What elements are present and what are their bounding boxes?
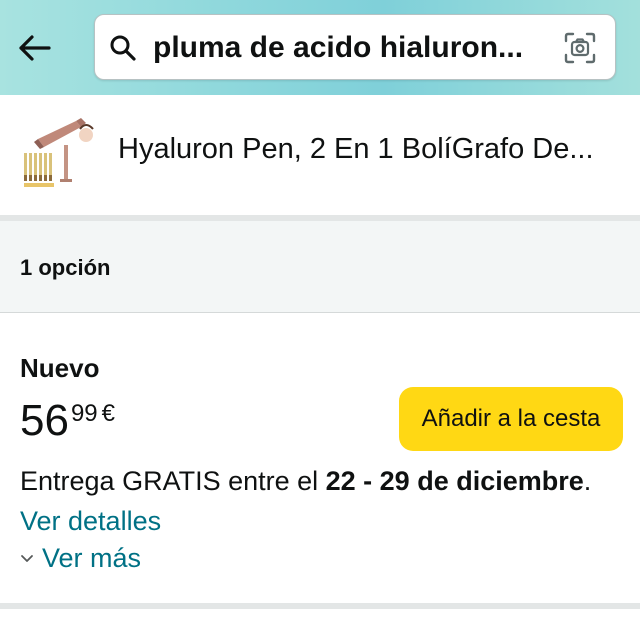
price-whole: 56	[20, 396, 69, 445]
product-summary[interactable]: Hyaluron Pen, 2 En 1 BolíGrafo De...	[0, 95, 640, 215]
top-bar: pluma de acido hialuron...	[0, 0, 640, 95]
search-query[interactable]: pluma de acido hialuron...	[153, 29, 553, 67]
see-more-toggle[interactable]: Ver más	[20, 543, 141, 574]
delivery-info: Entrega GRATIS entre el 22 - 29 de dicie…	[20, 461, 620, 541]
search-icon	[110, 35, 136, 61]
options-header: 1 opción	[0, 221, 640, 313]
options-count: 1 opción	[20, 255, 111, 280]
offer-price: 56 99 €	[20, 399, 115, 443]
back-button[interactable]	[14, 28, 54, 68]
camera-icon[interactable]	[563, 31, 597, 65]
chevron-down-icon	[21, 554, 33, 562]
product-title[interactable]: Hyaluron Pen, 2 En 1 BolíGrafo De...	[118, 131, 623, 167]
section-divider-bottom	[0, 603, 640, 609]
see-more-label[interactable]: Ver más	[42, 543, 141, 574]
price-fraction: 99	[70, 400, 98, 427]
delivery-prefix: Entrega GRATIS entre el	[20, 466, 326, 496]
search-field[interactable]: pluma de acido hialuron...	[94, 14, 616, 80]
offer-card: Nuevo 56 99 € Añadir a la cesta Entrega …	[0, 313, 640, 603]
product-thumbnail	[18, 115, 98, 195]
offer-condition: Nuevo	[20, 353, 100, 383]
delivery-suffix: .	[583, 466, 592, 496]
price-currency: €	[101, 400, 116, 427]
add-to-cart-button[interactable]: Añadir a la cesta	[399, 387, 623, 451]
details-link[interactable]: Ver detalles	[20, 506, 161, 536]
delivery-dates: 22 - 29 de diciembre	[325, 466, 584, 496]
back-arrow-icon	[19, 35, 51, 61]
